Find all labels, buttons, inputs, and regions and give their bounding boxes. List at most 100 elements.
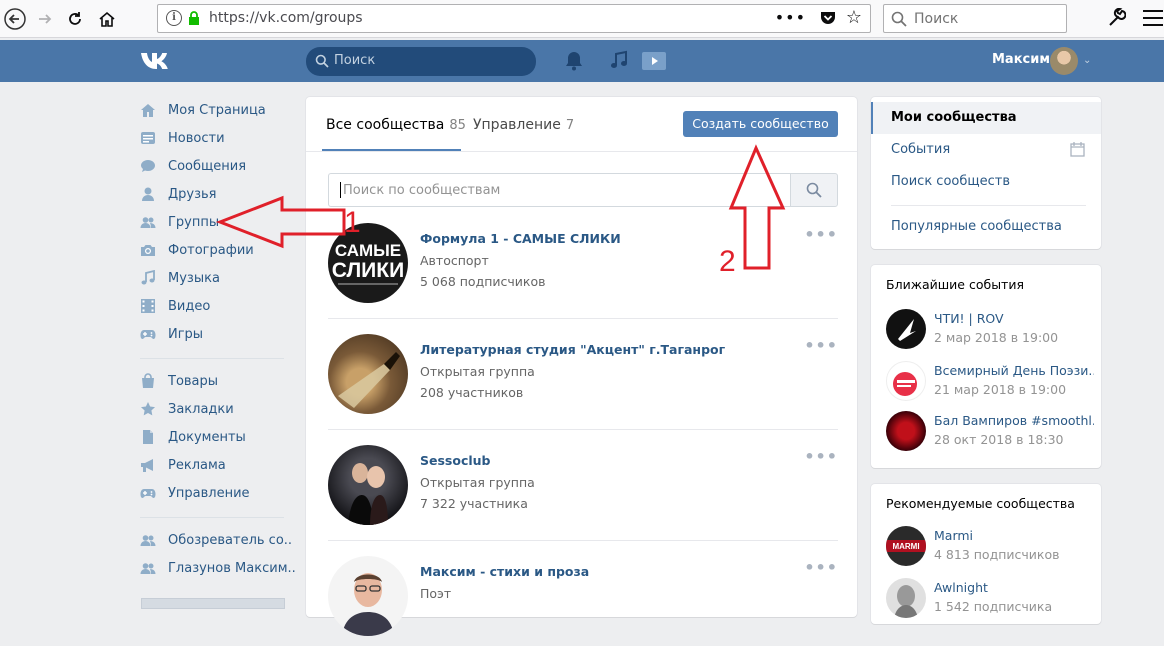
- sidebar-item[interactable]: Игры: [140, 323, 290, 345]
- event-date: 21 мар 2018 в 19:00: [934, 382, 1067, 397]
- recommended-name[interactable]: Marmi: [934, 528, 1094, 543]
- group-name[interactable]: Формула 1 - САМЫЕ СЛИКИ: [420, 231, 621, 246]
- group-type: Открытая группа: [420, 475, 535, 490]
- sidebar-item[interactable]: Реклама: [140, 454, 290, 476]
- nav-search-communities[interactable]: Поиск сообществ: [871, 166, 1101, 198]
- sidebar-item-label: Моя Страница: [168, 102, 266, 118]
- chevron-down-icon[interactable]: ⌄: [1083, 55, 1091, 66]
- address-bar[interactable]: i https://vk.com/groups ••• ☆: [157, 4, 871, 33]
- star-icon: [140, 401, 156, 417]
- group-name[interactable]: Sessoclub: [420, 453, 491, 468]
- info-icon[interactable]: i: [166, 10, 182, 26]
- user-name[interactable]: Максим: [992, 52, 1050, 67]
- more-actions-icon[interactable]: •••: [804, 336, 838, 355]
- tab-management[interactable]: Управление 7: [473, 117, 574, 133]
- more-actions-icon[interactable]: •••: [804, 558, 838, 577]
- group-row[interactable]: САМЫЕ СЛИКИ Формула 1 - САМЫЕ СЛИКИ Авто…: [328, 223, 838, 313]
- group-avatar[interactable]: [328, 556, 408, 636]
- group-type: Открытая группа: [420, 364, 535, 379]
- more-icon[interactable]: •••: [775, 8, 806, 27]
- sidebar-item[interactable]: Музыка: [140, 267, 290, 289]
- nav-popular-communities[interactable]: Популярные сообщества: [871, 211, 1101, 243]
- bookmark-star-icon[interactable]: ☆: [846, 7, 862, 28]
- sidebar-item[interactable]: Управление: [140, 482, 290, 504]
- group-avatar[interactable]: [328, 445, 408, 525]
- sidebar-item-label: Игры: [168, 326, 204, 342]
- vk-logo-icon[interactable]: [140, 50, 176, 72]
- home-button[interactable]: [92, 4, 122, 34]
- back-button[interactable]: [0, 4, 30, 34]
- calendar-icon[interactable]: [1070, 142, 1085, 157]
- event-avatar[interactable]: [886, 411, 926, 451]
- event-title[interactable]: Всемирный День Поэзи..: [934, 363, 1094, 378]
- event-item[interactable]: Бал Вампиров #smoothl.. 28 окт 2018 в 18…: [886, 411, 1101, 455]
- sidebar-item[interactable]: Глазунов Максим..: [140, 557, 296, 579]
- recommended-title[interactable]: Рекомендуемые сообщества: [886, 496, 1075, 511]
- group-avatar[interactable]: САМЫЕ СЛИКИ: [328, 223, 408, 303]
- sidebar-ad-thumbnail[interactable]: [141, 598, 285, 609]
- recommended-item[interactable]: Awlnight 1 542 подписчика: [886, 578, 1101, 622]
- group-row[interactable]: Максим - стихи и проза Поэт •••: [328, 556, 838, 646]
- community-search-input[interactable]: Поиск по сообществам: [328, 173, 790, 207]
- bell-icon[interactable]: [565, 51, 583, 71]
- sidebar-item[interactable]: Друзья: [140, 183, 290, 205]
- sidebar-item[interactable]: Новости: [140, 127, 290, 149]
- group-name[interactable]: Максим - стихи и проза: [420, 564, 589, 579]
- group-row[interactable]: Sessoclub Открытая группа 7 322 участник…: [328, 445, 838, 535]
- create-community-button[interactable]: Создать сообщество: [683, 111, 838, 137]
- group-subscribers[interactable]: 7 322 участника: [420, 496, 528, 511]
- more-actions-icon[interactable]: •••: [804, 447, 838, 466]
- more-actions-icon[interactable]: •••: [804, 225, 838, 244]
- event-title[interactable]: ЧТИ! | ROV: [934, 311, 1094, 326]
- friends-icon: [140, 186, 156, 202]
- user-avatar[interactable]: [1050, 47, 1078, 75]
- sidebar-item[interactable]: Товары: [140, 370, 290, 392]
- forward-button[interactable]: [30, 4, 60, 34]
- group-subscribers[interactable]: 5 068 подписчиков: [420, 274, 545, 289]
- sidebar-item[interactable]: Сообщения: [140, 155, 290, 177]
- sidebar-item[interactable]: Документы: [140, 426, 290, 448]
- row-divider: [328, 540, 838, 541]
- browser-search-placeholder: Поиск: [914, 11, 959, 27]
- pocket-icon[interactable]: [820, 10, 836, 26]
- group-row[interactable]: Литературная студия "Акцент" г.Таганрог …: [328, 334, 838, 424]
- sidebar-item-label: Управление: [168, 485, 250, 501]
- event-avatar[interactable]: [886, 309, 926, 349]
- sidebar-item[interactable]: Закладки: [140, 398, 290, 420]
- vk-search-input[interactable]: Поиск: [306, 47, 536, 76]
- sidebar-item[interactable]: Фотографии: [140, 239, 290, 261]
- recommended-communities-card: Рекомендуемые сообщества MARMI Marmi 4 8…: [871, 484, 1101, 624]
- nav-events[interactable]: События: [871, 134, 1101, 166]
- sidebar-item[interactable]: Моя Страница: [140, 99, 290, 121]
- tab-all-communities[interactable]: Все сообщества 85: [326, 117, 466, 133]
- wrench-icon[interactable]: [1108, 8, 1126, 28]
- avatar-text-top: САМЫЕ: [335, 241, 401, 260]
- recommended-avatar[interactable]: MARMI: [886, 526, 926, 566]
- community-search-button[interactable]: [790, 173, 838, 207]
- sidebar-item[interactable]: Обозреватель со..: [140, 529, 292, 551]
- sidebar-item[interactable]: Видео: [140, 295, 290, 317]
- music-note-icon[interactable]: [610, 50, 628, 70]
- sidebar-item[interactable]: Группы: [140, 211, 290, 233]
- group-name[interactable]: Литературная студия "Акцент" г.Таганрог: [420, 342, 725, 357]
- event-avatar[interactable]: [886, 361, 926, 401]
- event-item[interactable]: Всемирный День Поэзи.. 21 мар 2018 в 19:…: [886, 361, 1101, 405]
- play-icon[interactable]: [642, 51, 666, 71]
- event-title[interactable]: Бал Вампиров #smoothl..: [934, 413, 1094, 428]
- event-item[interactable]: ЧТИ! | ROV 2 мар 2018 в 19:00: [886, 309, 1101, 353]
- group-type: Автоспорт: [420, 253, 489, 268]
- menu-icon[interactable]: [1143, 10, 1163, 26]
- group-avatar[interactable]: [328, 334, 408, 414]
- tab-management-label: Управление: [473, 117, 561, 133]
- group-subscribers[interactable]: 208 участников: [420, 385, 523, 400]
- reload-button[interactable]: [60, 4, 90, 34]
- nav-my-communities[interactable]: Мои сообщества: [871, 102, 1101, 134]
- search-icon: [315, 54, 329, 68]
- recommended-avatar[interactable]: [886, 578, 926, 618]
- events-title[interactable]: Ближайшие события: [886, 277, 1024, 292]
- recommended-name[interactable]: Awlnight: [934, 580, 1094, 595]
- home-icon: [140, 102, 156, 118]
- sidebar-item-label: Товары: [168, 373, 219, 389]
- recommended-item[interactable]: MARMI Marmi 4 813 подписчиков: [886, 526, 1101, 570]
- browser-search-input[interactable]: Поиск: [883, 4, 1067, 33]
